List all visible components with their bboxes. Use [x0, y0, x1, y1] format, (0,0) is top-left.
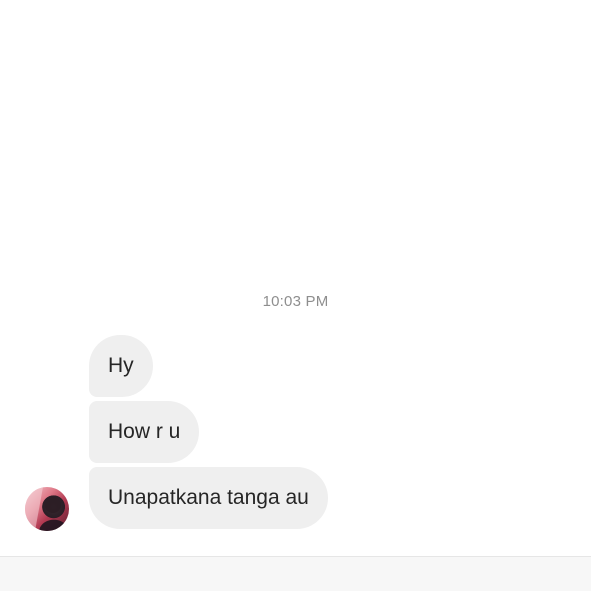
- sender-avatar[interactable]: [25, 487, 69, 531]
- message-bubble[interactable]: Unapatkana tanga au: [89, 467, 328, 529]
- message-bubble[interactable]: How r u: [89, 401, 200, 463]
- message-composer[interactable]: [0, 556, 591, 591]
- avatar-photo-icon: [25, 487, 69, 531]
- message-thread: 10:03 PM Hy How r u Unapatkana tanga au: [0, 0, 591, 556]
- message-bubble[interactable]: Hy: [89, 335, 153, 397]
- message-timestamp: 10:03 PM: [262, 293, 329, 310]
